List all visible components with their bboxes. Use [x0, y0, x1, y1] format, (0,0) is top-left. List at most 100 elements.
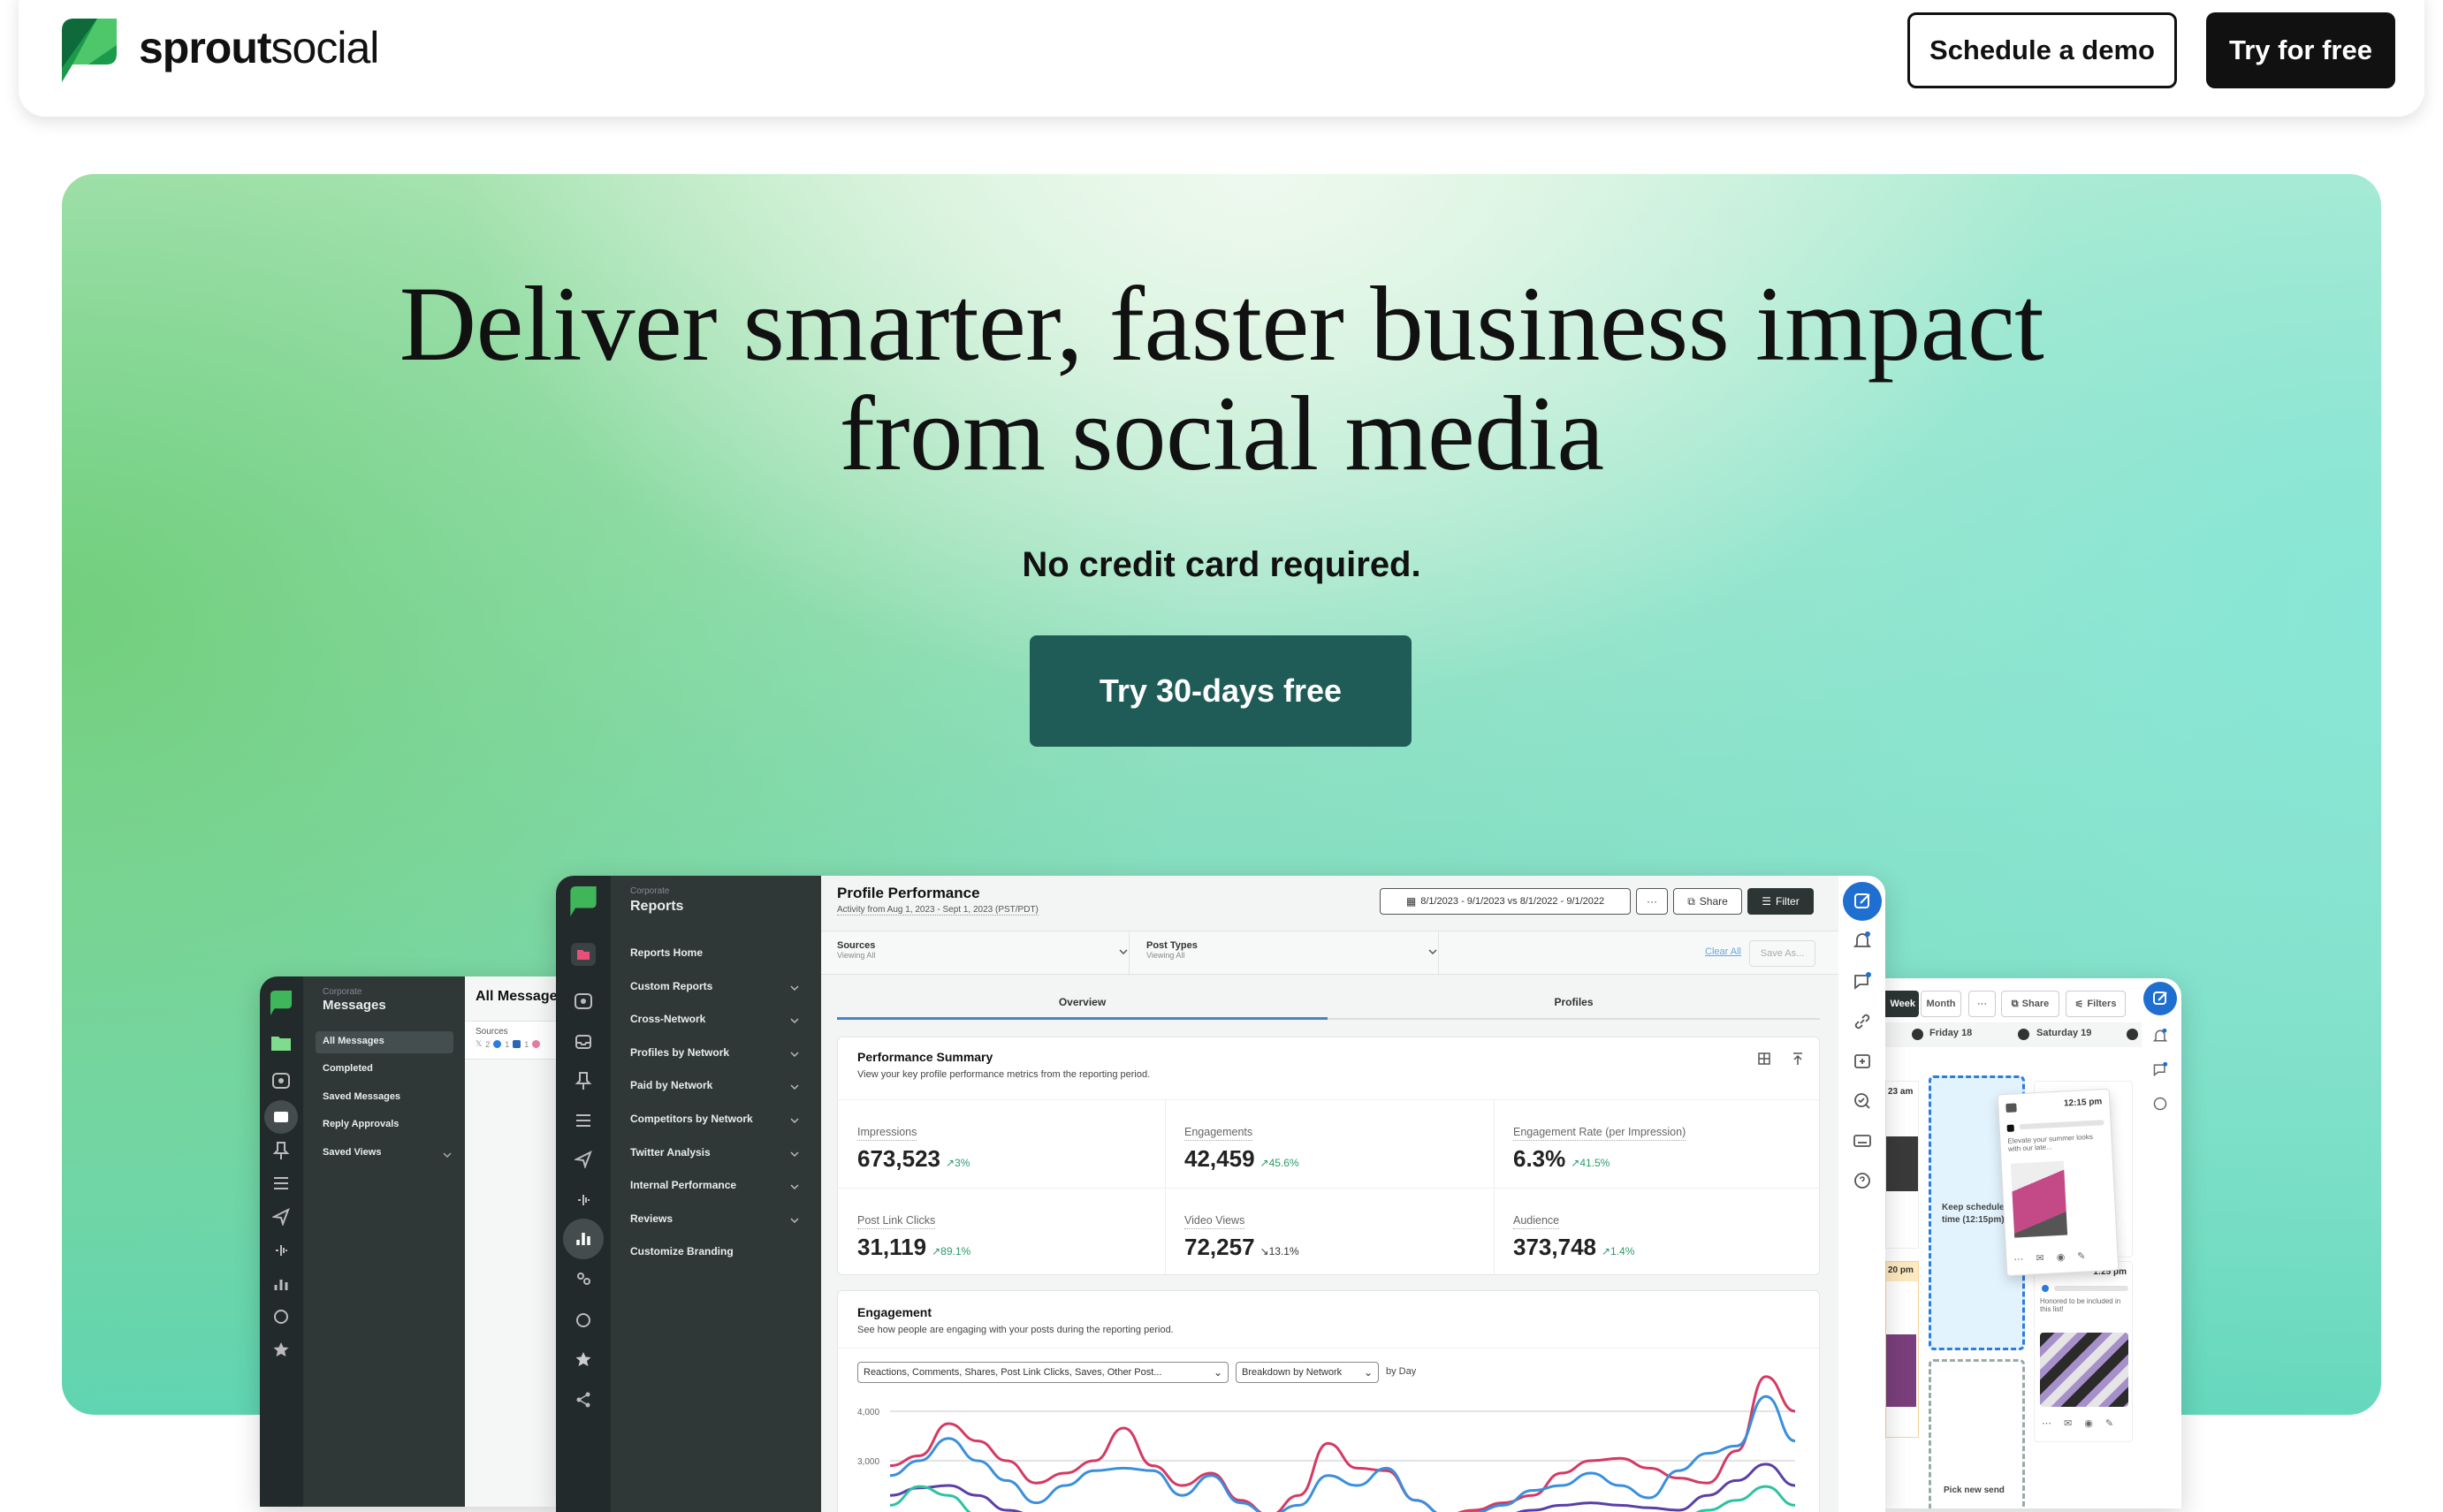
divider	[1494, 1099, 1495, 1274]
clear-all-link[interactable]: Clear All	[1705, 946, 1741, 957]
chevron-down-icon[interactable]	[789, 1148, 800, 1159]
chevron-down-icon[interactable]	[789, 1114, 800, 1125]
add-post-icon[interactable]	[2127, 1029, 2138, 1040]
link-icon[interactable]	[1853, 1012, 1872, 1031]
more-button[interactable]: ···	[1636, 888, 1668, 915]
search-check-icon[interactable]	[1853, 1091, 1872, 1111]
share-button[interactable]: ⧉ Share	[1673, 888, 1742, 915]
chevron-down-icon[interactable]	[789, 1081, 800, 1091]
day-header-row: Friday 18 Saturday 19	[1885, 1022, 2142, 1047]
nav-item[interactable]: Reports Home	[630, 946, 703, 959]
month-view-button[interactable]: Month	[1921, 991, 1961, 1017]
post-card[interactable]: 23 am	[1885, 1081, 1919, 1249]
nav-item[interactable]: Internal Performance	[630, 1179, 736, 1191]
post-card[interactable]: 20 pm	[1885, 1261, 1919, 1438]
star-icon[interactable]	[272, 1341, 290, 1358]
nav-item[interactable]: Custom Reports	[630, 980, 712, 992]
pin-icon[interactable]	[575, 1071, 592, 1090]
reports-icon[interactable]	[563, 1219, 604, 1259]
add-post-icon[interactable]	[2018, 1029, 2029, 1040]
tab-profiles[interactable]: Profiles	[1328, 996, 1820, 1008]
list-icon[interactable]	[575, 1113, 592, 1128]
list-icon[interactable]	[272, 1175, 290, 1191]
drop-target-new-time[interactable]: Pick new send	[1929, 1359, 2025, 1508]
chevron-down-icon[interactable]	[789, 982, 800, 992]
filter-button[interactable]: ☰ Filter	[1747, 888, 1814, 915]
schedule-demo-button[interactable]: Schedule a demo	[1907, 12, 2177, 88]
divider	[1438, 931, 1439, 976]
star-icon[interactable]	[575, 1350, 592, 1368]
sprout-logo-icon[interactable]	[62, 19, 117, 82]
chevron-down-icon[interactable]	[789, 1214, 800, 1225]
reviews-icon[interactable]	[272, 1308, 290, 1326]
tab-overview[interactable]: Overview	[837, 996, 1328, 1008]
nav-item[interactable]: Paid by Network	[630, 1079, 712, 1091]
try-for-free-button[interactable]: Try for free	[2206, 12, 2395, 88]
share-network-icon[interactable]	[575, 1391, 592, 1409]
chevron-down-icon[interactable]	[789, 1014, 800, 1025]
logo-wordmark[interactable]: sproutsocial	[139, 21, 380, 74]
compose-button[interactable]	[2143, 982, 2177, 1015]
metric-value-row: 72,257 ↘13.1%	[1184, 1234, 1299, 1261]
nav-item-saved-messages[interactable]: Saved Messages	[323, 1091, 400, 1102]
nav-item-saved-views[interactable]: Saved Views	[323, 1147, 381, 1158]
compose-button[interactable]	[1843, 882, 1882, 921]
more-button[interactable]: ···	[1968, 991, 1996, 1017]
hero-title: Deliver smarter, faster business impact f…	[0, 270, 2443, 489]
post-types-filter-dropdown[interactable]: Post Types Viewing All	[1146, 940, 1438, 969]
day-label: Friday 18	[1929, 1028, 1973, 1038]
folder-icon[interactable]	[571, 943, 596, 966]
nav-item[interactable]: Cross-Network	[630, 1013, 705, 1025]
logo-text-light: social	[270, 23, 380, 72]
help-icon[interactable]	[1853, 1171, 1872, 1190]
nav-item-reply-approvals[interactable]: Reply Approvals	[323, 1119, 399, 1129]
folder-icon[interactable]	[270, 1033, 292, 1052]
help-icon[interactable]	[2152, 1096, 2168, 1112]
add-post-icon[interactable]	[1912, 1029, 1923, 1040]
try-30-days-free-button[interactable]: Try 30-days free	[1030, 635, 1412, 747]
save-as-button[interactable]: Save As...	[1749, 940, 1815, 967]
pin-icon[interactable]	[272, 1141, 290, 1160]
share-button[interactable]: ⧉ Share	[2001, 991, 2059, 1017]
date-range-picker[interactable]: ▦ 8/1/2023 - 9/1/2023 vs 8/1/2022 - 9/1/2…	[1380, 888, 1631, 915]
chevron-down-icon[interactable]	[789, 1181, 800, 1191]
listening-icon[interactable]	[272, 1242, 290, 1259]
messages-icon[interactable]	[2152, 1061, 2168, 1077]
chevron-down-icon[interactable]	[442, 1149, 453, 1159]
send-icon[interactable]	[272, 1208, 290, 1226]
add-media-icon[interactable]	[1853, 1052, 1872, 1071]
nav-item-all-messages[interactable]: All Messages	[323, 1036, 384, 1046]
post-actions[interactable]: ⋯✉◉✎	[2042, 1417, 2126, 1429]
dragged-post-card[interactable]: 12:15 pm Elevate your summer looks with …	[1997, 1088, 2120, 1277]
post-actions[interactable]: ⋯✉◉✎	[2013, 1250, 2098, 1265]
nav-item[interactable]: Twitter Analysis	[630, 1146, 711, 1159]
nav-item[interactable]: Profiles by Network	[630, 1046, 729, 1059]
nav-item-completed[interactable]: Completed	[323, 1063, 373, 1074]
compose-icon[interactable]	[271, 1071, 291, 1090]
week-view-button[interactable]: Week	[1885, 991, 1919, 1017]
keyboard-icon[interactable]	[1853, 1131, 1872, 1151]
metric-value: 42,459	[1184, 1145, 1255, 1172]
listening-icon[interactable]	[575, 1191, 592, 1209]
sources-filter-dropdown[interactable]: Sources Viewing All	[837, 940, 1129, 969]
reports-icon[interactable]	[272, 1275, 290, 1293]
table-view-icon[interactable]	[1757, 1052, 1771, 1066]
compose-icon[interactable]	[574, 992, 593, 1011]
pin-to-top-icon[interactable]	[1791, 1052, 1805, 1066]
metric-delta-value: 41.5%	[1579, 1157, 1610, 1169]
metric-value-row: 42,459 ↗45.6%	[1184, 1145, 1299, 1173]
filters-button[interactable]: ⚟ Filters	[2066, 991, 2126, 1017]
chevron-down-icon[interactable]	[789, 1048, 800, 1059]
send-icon[interactable]	[575, 1151, 592, 1168]
bell-icon[interactable]	[2152, 1028, 2168, 1044]
nav-item[interactable]: Customize Branding	[630, 1245, 734, 1257]
inbox-icon[interactable]	[574, 1032, 593, 1052]
reviews-icon[interactable]	[575, 1311, 592, 1329]
bell-icon[interactable]	[1853, 931, 1872, 950]
post-card[interactable]: 1:25 pm Honored to be included in this l…	[2034, 1261, 2133, 1442]
nav-item[interactable]: Reviews	[630, 1212, 673, 1225]
messages-icon[interactable]	[1853, 971, 1872, 991]
people-icon[interactable]	[575, 1271, 592, 1288]
nav-item[interactable]: Competitors by Network	[630, 1113, 753, 1125]
inbox-icon[interactable]	[264, 1100, 298, 1134]
